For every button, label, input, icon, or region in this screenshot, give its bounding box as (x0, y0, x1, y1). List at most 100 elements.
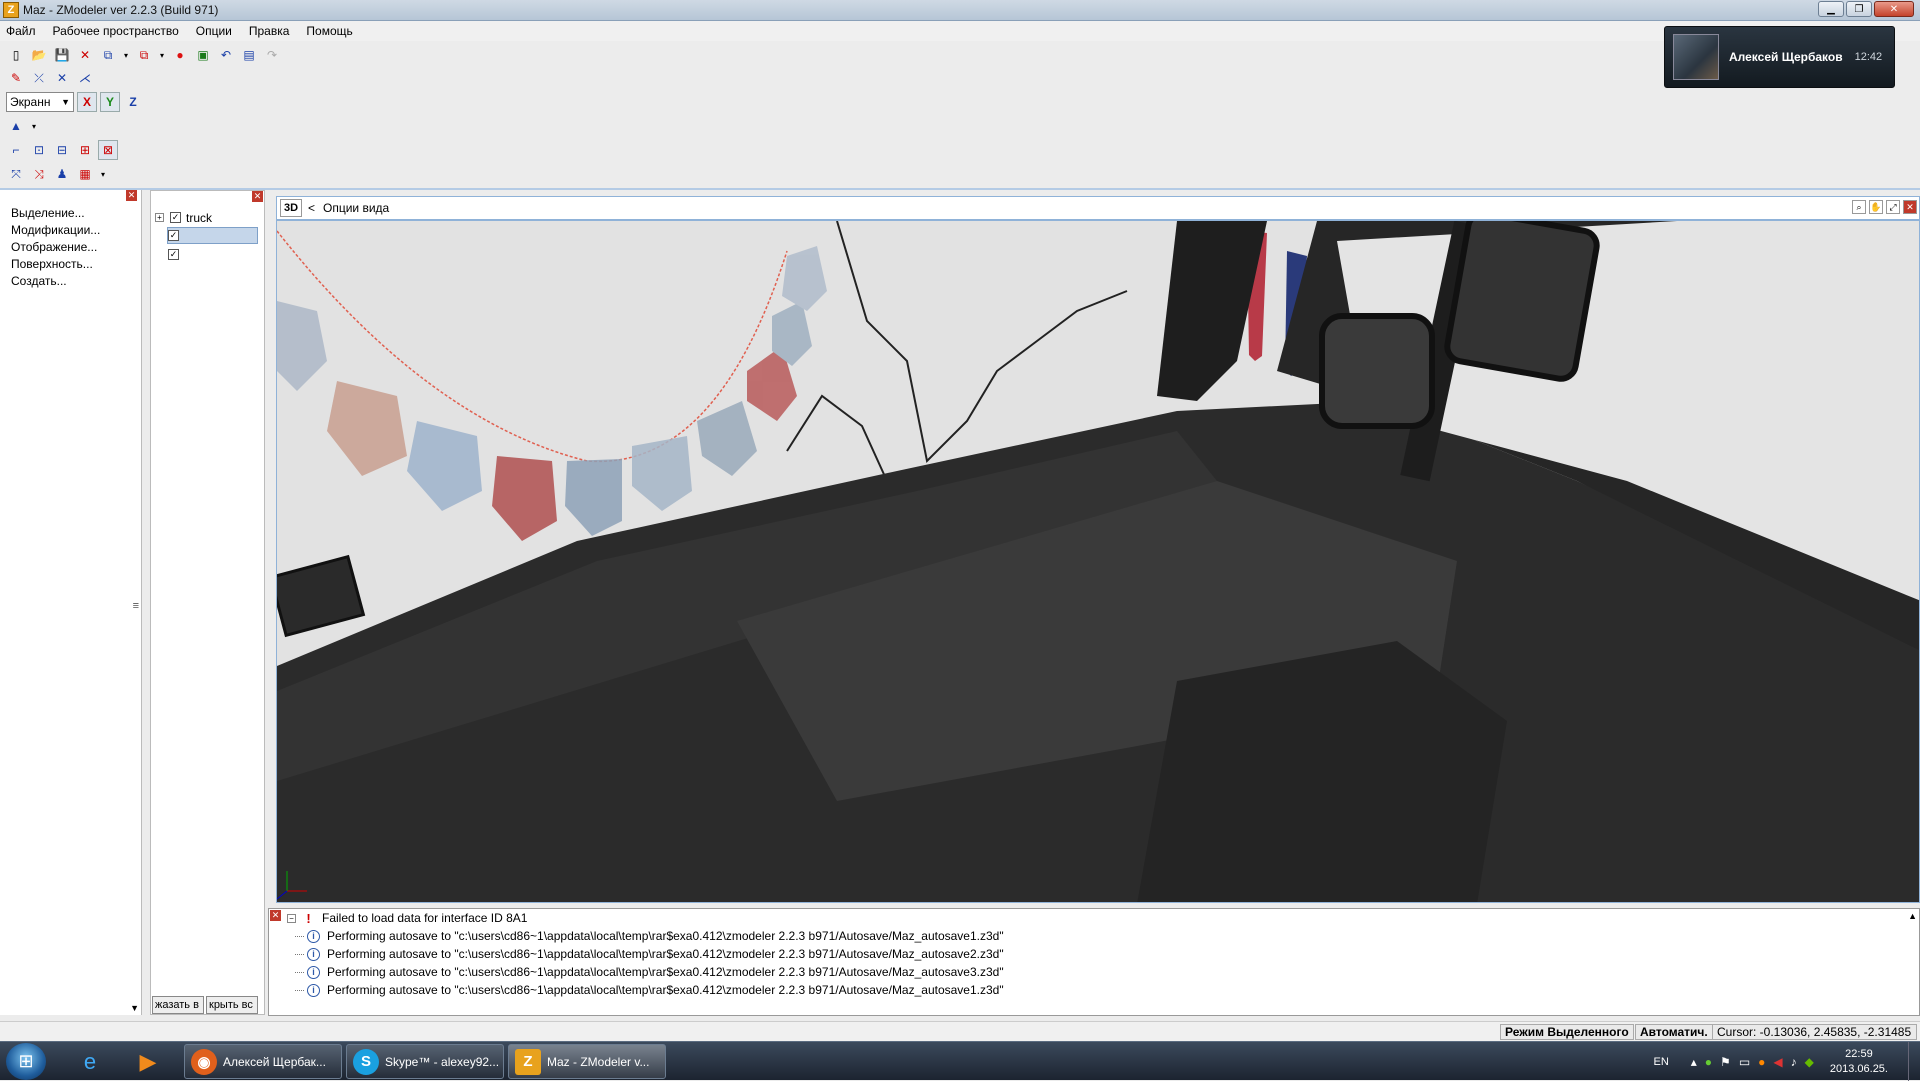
render-icon[interactable]: ▣ (193, 45, 213, 65)
expand-icon[interactable]: + (155, 213, 164, 222)
maximize-view-icon[interactable]: ⤢ (1886, 200, 1900, 214)
back-arrow-icon[interactable]: < (308, 201, 315, 215)
redo-icon[interactable]: ↷ (262, 45, 282, 65)
splitter-grip[interactable]: ≡ (133, 600, 139, 612)
tray-expand-icon[interactable]: ▴ (1691, 1055, 1697, 1069)
log-line-error: − ! Failed to load data for interface ID… (287, 909, 527, 927)
log-scroll-up-icon[interactable]: ▲ (1908, 911, 1917, 921)
log-line: i Performing autosave to "c:\users\cd86~… (295, 945, 1004, 963)
tray-red-icon[interactable]: ◀ (1773, 1055, 1782, 1069)
tray-app-icon[interactable]: ● (1705, 1055, 1712, 1069)
snap-icon[interactable]: ▲ (6, 116, 26, 136)
panel-item-surface[interactable]: Поверхность... (11, 257, 141, 274)
scroll-down-icon[interactable]: ▼ (130, 1003, 139, 1013)
save-file-icon[interactable]: 💾 (52, 45, 72, 65)
coord-mode-select[interactable]: Экранн ▼ (6, 92, 74, 112)
vertex-mode-icon[interactable]: ⌐ (6, 140, 26, 160)
menu-help[interactable]: Помощь (306, 24, 352, 38)
skype-notification[interactable]: Алексей Щербаков 12:42 (1664, 26, 1895, 88)
figure-tool-icon[interactable]: ♟ (52, 164, 72, 184)
language-indicator[interactable]: EN (1653, 1056, 1668, 1068)
dropdown-arrow-icon-3[interactable]: ▾ (29, 116, 39, 136)
tree-node-child-selected[interactable]: ✓ (167, 227, 258, 244)
delete-icon[interactable]: ✕ (75, 45, 95, 65)
close-view-icon[interactable]: ✕ (1903, 200, 1917, 214)
axis-z-toggle[interactable]: Z (123, 92, 143, 112)
open-file-icon[interactable]: 📂 (29, 45, 49, 65)
status-mode[interactable]: Режим Выделенного (1500, 1024, 1634, 1040)
show-desktop-button[interactable] (1908, 1042, 1920, 1081)
scale-tool-icon[interactable]: ⋌ (75, 68, 95, 88)
maximize-button[interactable]: ❐ (1846, 1, 1872, 17)
menu-workspace[interactable]: Рабочее пространство (53, 24, 179, 38)
zoom-icon[interactable]: ⌕ (1852, 200, 1866, 214)
close-window-button[interactable]: ✕ (1874, 1, 1914, 17)
pan-icon[interactable]: ✋ (1869, 200, 1883, 214)
expand-log-icon[interactable]: − (287, 913, 296, 923)
panel-item-create[interactable]: Создать... (11, 274, 141, 291)
axis-y-toggle[interactable]: Y (100, 92, 120, 112)
minimize-button[interactable]: ▁ (1818, 1, 1844, 17)
rotate-tool-icon[interactable]: ✕ (52, 68, 72, 88)
panel-item-display[interactable]: Отображение... (11, 240, 141, 257)
dropdown-arrow-icon[interactable]: ▾ (121, 45, 131, 65)
link-tool-icon[interactable]: ⤧ (6, 164, 26, 184)
visibility-checkbox-3[interactable]: ✓ (168, 249, 179, 260)
start-button[interactable]: ⊞ (6, 1043, 46, 1080)
menu-edit[interactable]: Правка (249, 24, 290, 38)
properties-icon[interactable]: ▤ (239, 45, 259, 65)
pivot-tool-icon[interactable]: ⤨ (29, 164, 49, 184)
select-tool-icon[interactable]: ✎ (6, 68, 26, 88)
material-tool-icon[interactable]: ▦ (75, 164, 95, 184)
task-skype[interactable]: S Skype™ - alexey92... (346, 1044, 504, 1079)
import-icon[interactable]: ⧉ (98, 45, 118, 65)
face-mode-icon[interactable]: ⊟ (52, 140, 72, 160)
dropdown-arrow-icon-4[interactable]: ▾ (98, 164, 108, 184)
task-firefox[interactable]: ◉ Алексей Щербак... (184, 1044, 342, 1079)
edge-mode-icon[interactable]: ⊡ (29, 140, 49, 160)
menu-bar: Файл Рабочее пространство Опции Правка П… (0, 21, 1920, 41)
tray-orange-icon[interactable]: ● (1758, 1055, 1765, 1069)
nvidia-icon[interactable]: ◆ (1805, 1055, 1814, 1069)
clock-date: 2013.06.25. (1829, 1062, 1888, 1075)
close-panel-icon[interactable]: ✕ (126, 190, 137, 201)
axis-x-toggle[interactable]: X (77, 92, 97, 112)
visibility-checkbox-2[interactable]: ✓ (168, 230, 179, 241)
tree-node-child[interactable]: ✓ (168, 246, 184, 263)
dropdown-arrow-icon-2[interactable]: ▾ (157, 45, 167, 65)
tree-node-truck[interactable]: + ✓ truck (155, 209, 212, 226)
ie-icon[interactable]: e (64, 1044, 116, 1079)
network-icon[interactable]: ▭ (1739, 1055, 1750, 1069)
close-log-icon[interactable]: ✕ (270, 910, 281, 921)
clock[interactable]: 22:59 2013.06.25. (1830, 1047, 1888, 1077)
status-auto[interactable]: Автоматич. (1635, 1024, 1713, 1040)
panel-item-selection[interactable]: Выделение... (11, 206, 141, 223)
visibility-checkbox[interactable]: ✓ (170, 212, 181, 223)
panel-item-modifications[interactable]: Модификации... (11, 223, 141, 240)
media-player-icon[interactable]: ▶ (122, 1044, 174, 1079)
view-options-label[interactable]: Опции вида (323, 201, 389, 215)
move-tool-icon[interactable]: ⤫ (29, 68, 49, 88)
scene-render (277, 221, 1919, 902)
task-label: Maz - ZModeler v... (547, 1054, 650, 1069)
log-text: Performing autosave to "c:\users\cd86~1\… (327, 983, 1004, 997)
menu-options[interactable]: Опции (196, 24, 232, 38)
record-icon[interactable]: ● (170, 45, 190, 65)
log-text: Performing autosave to "c:\users\cd86~1\… (327, 947, 1004, 961)
element-mode-icon[interactable]: ⊠ (98, 140, 118, 160)
hide-all-button[interactable]: крыть вс (206, 996, 258, 1014)
notification-time: 12:42 (1854, 51, 1883, 63)
close-tree-icon[interactable]: ✕ (252, 191, 263, 202)
show-all-button[interactable]: жазать в (152, 996, 204, 1014)
object-mode-icon[interactable]: ⊞ (75, 140, 95, 160)
task-zmodeler[interactable]: Z Maz - ZModeler v... (508, 1044, 666, 1079)
new-file-icon[interactable]: ▯ (6, 45, 26, 65)
view-mode-button[interactable]: 3D (280, 199, 302, 217)
log-text: Performing autosave to "c:\users\cd86~1\… (327, 929, 1004, 943)
3d-viewport[interactable] (276, 220, 1920, 903)
volume-icon[interactable]: ♪ (1791, 1055, 1797, 1069)
flag-icon[interactable]: ⚑ (1720, 1055, 1731, 1069)
undo-icon[interactable]: ↶ (216, 45, 236, 65)
export-icon[interactable]: ⧉ (134, 45, 154, 65)
menu-file[interactable]: Файл (6, 24, 36, 38)
